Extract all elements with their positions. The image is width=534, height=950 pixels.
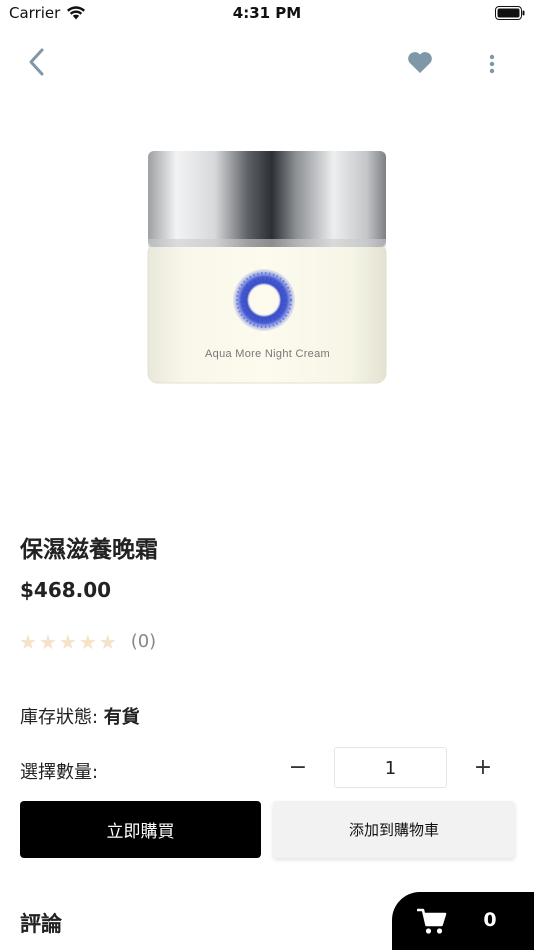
product-title: 保濕滋養晚霜 — [20, 537, 158, 563]
heart-icon — [408, 51, 432, 73]
status-bar: Carrier 4:31 PM — [0, 0, 534, 28]
quantity-input[interactable]: 1 — [334, 747, 447, 788]
product-price: $468.00 — [20, 578, 112, 602]
more-options-button[interactable] — [478, 46, 506, 82]
stock-status-label: 庫存狀態: — [20, 707, 104, 728]
review-count: (0) — [130, 631, 157, 652]
quantity-label: 選擇數量: — [20, 762, 99, 783]
quantity-decrease-button[interactable]: − — [283, 752, 313, 784]
chevron-left-icon — [29, 48, 44, 76]
star-icon: ★ — [38, 630, 57, 654]
rating-row: ★ ★ ★ ★ ★ (0) — [19, 630, 156, 654]
quantity-increase-button[interactable]: + — [468, 752, 498, 784]
star-icon: ★ — [98, 630, 117, 654]
back-button[interactable] — [18, 44, 54, 80]
star-icon: ★ — [19, 630, 37, 654]
reviews-heading: 評論 — [20, 912, 62, 936]
stock-status: 庫存狀態: 有貨 — [20, 703, 140, 729]
battery-icon — [495, 6, 525, 20]
star-icon: ★ — [58, 630, 77, 654]
buy-now-button[interactable]: 立即購買 — [20, 801, 261, 858]
shopping-cart-icon — [417, 908, 447, 934]
product-image: Aqua More Night Cream — [140, 145, 395, 390]
cart-button[interactable]: 0 — [392, 892, 534, 950]
star-icon: ★ — [78, 630, 97, 654]
cart-count: 0 — [483, 909, 497, 931]
favorite-button[interactable] — [402, 44, 438, 80]
add-to-cart-button[interactable]: 添加到購物車 — [273, 801, 515, 858]
product-image-label: Aqua More Night Cream — [205, 348, 330, 360]
status-time: 4:31 PM — [232, 4, 302, 22]
more-vertical-icon — [489, 54, 495, 74]
stock-status-value: 有貨 — [103, 707, 140, 728]
